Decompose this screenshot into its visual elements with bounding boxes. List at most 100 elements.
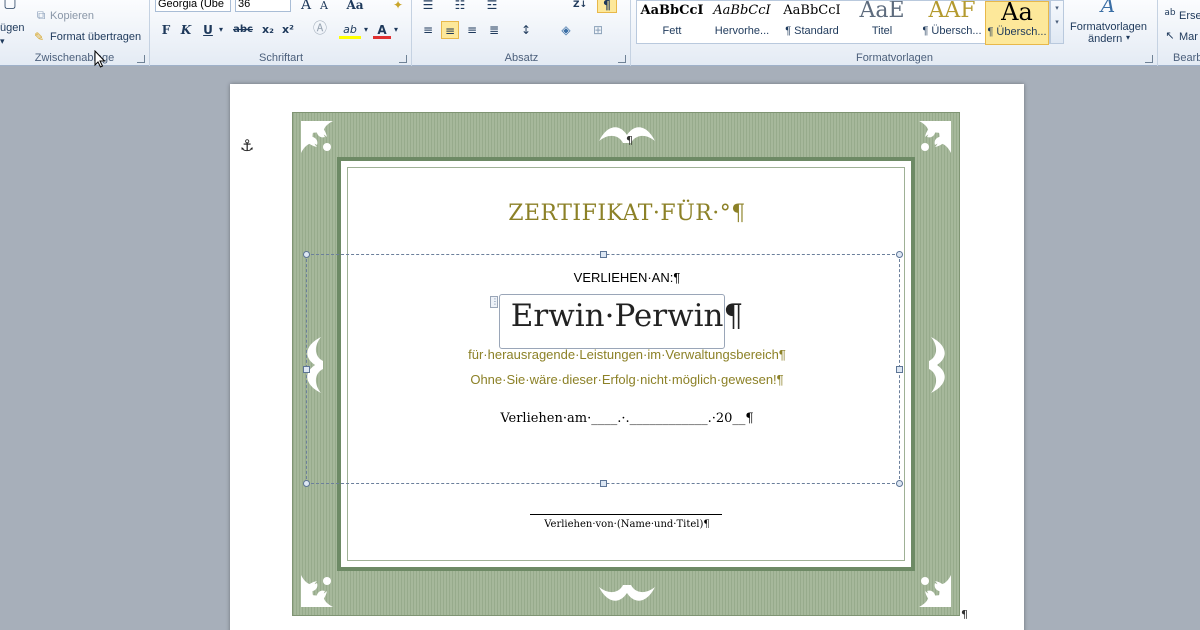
align-center-icon[interactable]: ≡	[441, 21, 459, 39]
signer-label[interactable]: Verliehen·von·(Name·und·Titel)¶	[230, 519, 1024, 530]
resize-handle-top-left[interactable]	[303, 251, 310, 258]
style-name: ¶ Standard	[785, 25, 839, 37]
shading-icon[interactable]: ◈	[557, 21, 575, 39]
signature-line	[530, 514, 722, 515]
underline-dropdown-arrow-icon[interactable]: ▾	[215, 21, 227, 39]
sort-button[interactable]: Z↓	[571, 0, 589, 14]
style-tile-hervorhebung[interactable]: AaBbCcI Hervorhe...	[707, 1, 777, 45]
style-name: ¶ Übersch...	[987, 26, 1047, 38]
justify-icon[interactable]: ≣	[485, 21, 503, 39]
resize-handle-bottom-left[interactable]	[303, 480, 310, 487]
shrink-font-button[interactable]: A	[315, 0, 333, 15]
highlight-button[interactable]: ab	[339, 21, 361, 39]
highlight-dropdown-arrow-icon[interactable]: ▾	[361, 21, 371, 39]
numbering-icon[interactable]: ☷	[451, 0, 469, 14]
paragraph-group: ☰ ☷ ☲ Z↓ ¶ ≡ ≡ ≡ ≣ ↕ ◈ ⊞ Absatz	[413, 0, 631, 66]
borders-icon[interactable]: ⊞	[589, 21, 607, 39]
italic-button[interactable]: K	[177, 21, 195, 39]
show-formatting-button[interactable]: ¶	[597, 0, 617, 13]
copy-icon: ⧉	[36, 8, 46, 22]
certificate-title[interactable]: ZERTIFIKAT·FÜR·°¶	[230, 201, 1024, 226]
clipboard-group: ▢ ügen ▾ ⧉ Kopieren ✎ Format übertragen …	[0, 0, 150, 68]
gallery-more-icon[interactable]: ▾	[1051, 15, 1063, 29]
bullets-icon[interactable]: ☰	[419, 0, 437, 14]
thanks-line[interactable]: Ohne·Sie·wäre·dieser·Erfolg·nicht·möglic…	[230, 372, 1024, 387]
change-styles-button[interactable]: Formatvorlagen	[1070, 21, 1147, 33]
grow-font-button[interactable]: A	[297, 0, 315, 14]
copy-button[interactable]: Kopieren	[50, 10, 94, 22]
line-spacing-icon[interactable]: ↕	[517, 21, 535, 39]
end-pilcrow: ¶	[961, 608, 968, 621]
format-painter-button[interactable]: Format übertragen	[50, 31, 141, 43]
font-name-select[interactable]: Georgia (Übe	[155, 0, 231, 12]
font-launcher-icon[interactable]	[399, 55, 407, 63]
style-sample: Aa	[1001, 2, 1033, 26]
style-name: Titel	[871, 25, 893, 37]
font-group-label: Schriftart	[258, 52, 303, 64]
editing-group-label: Bearb	[1173, 52, 1200, 64]
styles-group-label: Formatvorlagen	[855, 52, 934, 64]
text-effects-icon[interactable]: Ⓐ	[311, 20, 329, 38]
subscript-button[interactable]: x₂	[259, 21, 277, 39]
align-right-icon[interactable]: ≡	[463, 21, 481, 39]
resize-handle-top[interactable]	[600, 251, 607, 258]
clipboard-launcher-icon[interactable]	[137, 55, 145, 63]
align-left-icon[interactable]: ≡	[419, 21, 437, 39]
replace-button[interactable]: Erse	[1179, 10, 1200, 22]
style-sample: AaBbCcI	[640, 3, 704, 18]
mouse-cursor-icon	[94, 50, 106, 68]
paragraph-launcher-icon[interactable]	[618, 55, 626, 63]
replace-icon: ab	[1164, 8, 1176, 18]
styles-launcher-icon[interactable]	[1145, 55, 1153, 63]
resize-handle-bottom[interactable]	[600, 480, 607, 487]
resize-handle-bottom-right[interactable]	[896, 480, 903, 487]
style-gallery: AaBbCcI Fett AaBbCcI Hervorhe... AaBbCcI…	[636, 0, 1050, 45]
multilevel-list-icon[interactable]: ☲	[483, 0, 501, 14]
clear-format-icon[interactable]: ✦	[389, 0, 407, 14]
style-name: Fett	[662, 25, 682, 37]
font-group: Georgia (Übe 36 A A Aa ✦ F K U ▾ abc x₂ …	[151, 0, 412, 66]
gallery-down-icon[interactable]: ▾	[1051, 1, 1063, 15]
strikethrough-button[interactable]: abc	[231, 21, 255, 39]
paragraph-group-label: Absatz	[504, 52, 539, 64]
bold-button[interactable]: F	[157, 21, 175, 39]
font-size-select[interactable]: 36	[235, 0, 291, 12]
style-tile-ueberschrift-1[interactable]: AAF ¶ Übersch...	[917, 1, 987, 45]
date-line[interactable]: Verliehen·am·____.·.____________.·20__¶	[230, 411, 1024, 426]
paste-dropdown-arrow-icon[interactable]: ▾	[0, 36, 5, 47]
document-page[interactable]: ⚓ ¶ ZERTIFIKAT·FÜR·°¶ VERLIEHEN·AN:¶ ⋮ E…	[230, 84, 1024, 630]
change-case-button[interactable]: Aa	[343, 0, 367, 14]
style-gallery-scroll[interactable]: ▾ ▾	[1050, 0, 1064, 44]
editing-group: ab Erse ↖ Mar Bearb	[1159, 0, 1200, 66]
paste-button[interactable]: ügen	[0, 22, 24, 34]
change-styles-icon[interactable]: A	[1096, 0, 1120, 18]
style-sample: AAF	[928, 1, 976, 23]
style-tile-standard[interactable]: AaBbCcI ¶ Standard	[777, 1, 847, 45]
format-painter-icon: ✎	[33, 30, 45, 44]
top-pilcrow: ¶	[626, 134, 633, 147]
font-color-button[interactable]: A	[373, 21, 391, 39]
awarded-to-label[interactable]: VERLIEHEN·AN:¶	[230, 270, 1024, 285]
style-tile-fett[interactable]: AaBbCcI Fett	[637, 1, 707, 45]
change-styles-button-line2[interactable]: ändern	[1088, 33, 1122, 45]
style-name: Hervorhe...	[714, 25, 770, 37]
bottom-ornament-icon	[599, 585, 655, 601]
style-tile-ueberschrift-2[interactable]: Aa ¶ Übersch...	[985, 1, 1049, 45]
change-styles-dropdown-arrow-icon[interactable]: ▾	[1126, 33, 1130, 42]
text-box-selection[interactable]	[303, 251, 903, 487]
paste-icon[interactable]: ▢	[0, 0, 20, 12]
superscript-button[interactable]: x²	[279, 21, 297, 39]
clipboard-group-label: Zwischenablage	[34, 52, 115, 64]
recipient-name[interactable]: Erwin·Perwin¶	[230, 298, 1024, 334]
resize-handle-top-right[interactable]	[896, 251, 903, 258]
select-button[interactable]: Mar	[1179, 31, 1198, 43]
style-sample: AaBbCcI	[783, 3, 841, 18]
font-color-dropdown-arrow-icon[interactable]: ▾	[391, 21, 401, 39]
ribbon: ▢ ügen ▾ ⧉ Kopieren ✎ Format übertragen …	[0, 0, 1200, 68]
style-sample: AaBbCcI	[713, 3, 771, 18]
style-sample: AaE	[859, 1, 905, 23]
anchor-icon: ⚓	[240, 136, 255, 155]
style-name: ¶ Übersch...	[922, 25, 982, 37]
achievement-line[interactable]: für·herausragende·Leistungen·im·Verwaltu…	[230, 347, 1024, 362]
style-tile-titel[interactable]: AaE Titel	[847, 1, 917, 45]
